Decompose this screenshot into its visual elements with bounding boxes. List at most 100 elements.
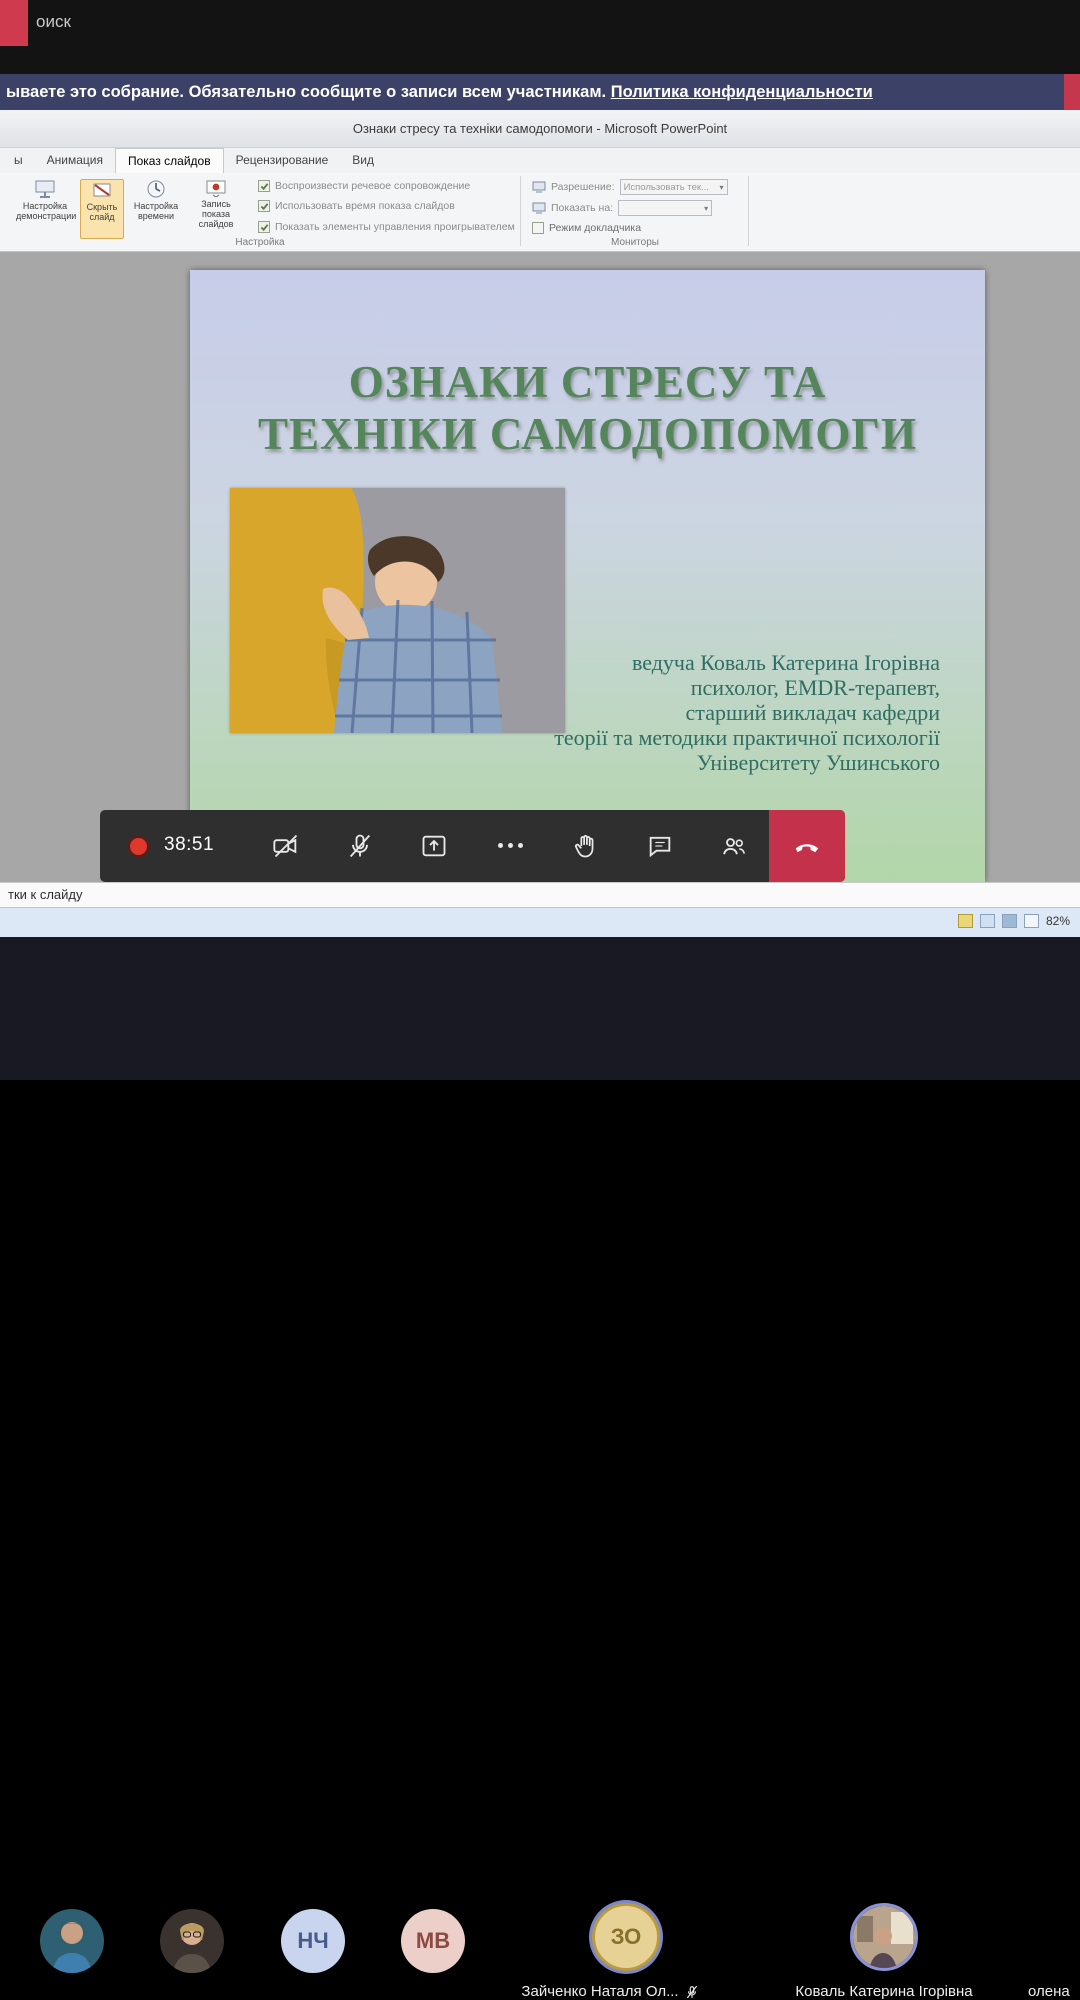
participant-video-thumbnail[interactable] — [850, 1903, 918, 1971]
ribbon-group-separator — [520, 176, 521, 246]
mic-off-button[interactable] — [346, 832, 374, 860]
view-slideshow-icon[interactable] — [1024, 914, 1039, 928]
slide-body-line: Університету Ушинського — [554, 750, 940, 775]
record-slideshow-icon — [205, 179, 227, 197]
tab-review[interactable]: Рецензирование — [224, 148, 341, 173]
slide-body-line: ведуча Коваль Катерина Ігорівна — [554, 650, 940, 675]
slide-title-line2: ТЕХНІКИ САМОДОПОМОГИ — [190, 408, 985, 460]
participant-name: олена — [1028, 1983, 1070, 2000]
show-on-label: Показать на: — [551, 202, 613, 214]
rehearse-timings-icon — [146, 179, 166, 199]
resolution-value: Использовать тек... — [624, 182, 709, 193]
participant-name: Коваль Катерина Ігорівна — [795, 1983, 972, 2000]
participant-video-frame — [853, 1906, 917, 1970]
checkbox-unchecked-icon — [532, 222, 544, 234]
notes-placeholder: тки к слайду — [8, 887, 1080, 902]
banner-close-block[interactable] — [1064, 74, 1080, 110]
participant-name-row: олена — [1028, 1983, 1070, 2000]
recording-dot-icon — [130, 838, 147, 855]
notes-pane[interactable]: тки к слайду — [0, 882, 1080, 907]
checkbox-play-narration-label: Воспроизвести речевое сопровождение — [275, 180, 470, 192]
hide-slide-icon — [92, 182, 112, 200]
hang-up-icon — [792, 831, 822, 861]
raise-hand-button[interactable] — [572, 832, 600, 860]
show-on-dropdown[interactable]: ▾ — [618, 200, 712, 216]
checkbox-checked-icon — [258, 200, 270, 212]
checkbox-use-timings-label: Использовать время показа слайдов — [275, 200, 455, 212]
checkbox-presenter-view[interactable]: Режим докладчика — [532, 222, 641, 234]
checkbox-show-media-controls-label: Показать элементы управления проигрывате… — [275, 221, 515, 233]
privacy-policy-link[interactable]: Политика конфиденциальности — [611, 83, 873, 101]
window-title: Ознаки стресу та техніки самодопомоги - … — [0, 110, 1080, 148]
tab-slideshow[interactable]: Показ слайдов — [115, 148, 224, 173]
record-slideshow-button[interactable]: Запись показа слайдов — [186, 179, 246, 229]
slide-body-line: теорії та методики практичної психології — [554, 725, 940, 750]
chevron-down-icon: ▾ — [720, 183, 724, 192]
hide-slide-button[interactable]: Скрыть слайд — [80, 179, 124, 239]
checkbox-checked-icon — [258, 180, 270, 192]
setup-show-icon — [34, 179, 56, 199]
participant-avatar-initials[interactable]: НЧ — [281, 1909, 345, 1973]
presenter-view-label: Режим докладчика — [549, 222, 641, 234]
ppt-status-bar: 82% — [0, 907, 1080, 937]
ribbon: Настройка демонстрации Скрыть слайд Наст… — [0, 173, 1080, 252]
mic-muted-icon — [685, 1985, 699, 1999]
chevron-down-icon: ▾ — [704, 204, 708, 213]
search-label[interactable]: оиск — [36, 12, 71, 32]
view-sorter-icon[interactable] — [980, 914, 995, 928]
slide-title-line1: ОЗНАКИ СТРЕСУ ТА — [190, 356, 985, 408]
slide-body-line: психолог, EMDR-терапевт, — [554, 675, 940, 700]
resolution-dropdown[interactable]: Использовать тек... ▾ — [620, 179, 728, 195]
checkbox-play-narration[interactable]: Воспроизвести речевое сопровождение — [258, 180, 470, 192]
resolution-label: Разрешение: — [551, 181, 615, 193]
setup-show-button[interactable]: Настройка демонстрации — [16, 179, 74, 221]
share-screen-button[interactable] — [420, 832, 448, 860]
view-normal-icon[interactable] — [958, 914, 973, 928]
participants-strip: НЧ МВ ЗО Зайченко Наталя Ол... Коваль Ка… — [0, 937, 1080, 1080]
tab-animation[interactable]: Анимация — [35, 148, 115, 173]
show-on-icon — [532, 202, 546, 214]
participants-button[interactable] — [720, 832, 748, 860]
powerpoint-titlebar: Ознаки стресу та техніки самодопомоги - … — [0, 110, 1080, 148]
camera-off-button[interactable] — [272, 832, 300, 860]
participant-name: Зайченко Наталя Ол... — [521, 1983, 678, 2000]
ribbon-tab-row: ы Анимация Показ слайдов Рецензирование … — [0, 148, 1080, 173]
participant-avatar[interactable] — [40, 1909, 104, 1973]
resolution-row: Разрешение: Использовать тек... ▾ — [532, 179, 728, 195]
show-on-row: Показать на: ▾ — [532, 200, 712, 216]
chat-button[interactable] — [646, 832, 674, 860]
top-app-bar: оиск — [0, 0, 1080, 74]
meeting-timer: 38:51 — [164, 834, 214, 856]
participant-photo — [40, 1909, 104, 1973]
recording-banner: ываете это собрание. Обязательно сообщит… — [0, 74, 1080, 110]
checkbox-use-timings[interactable]: Использовать время показа слайдов — [258, 200, 455, 212]
hide-slide-label: Скрыть слайд — [87, 202, 118, 222]
group-label-setup: Настройка — [0, 237, 520, 248]
record-slideshow-label: Запись показа слайдов — [199, 199, 234, 229]
participant-name-row: Коваль Катерина Ігорівна — [768, 1983, 1000, 2000]
tab-transitions-cut[interactable]: ы — [2, 148, 35, 173]
recording-indicator-block — [0, 0, 28, 46]
mother-child-photo — [230, 488, 565, 733]
participant-avatar-initials[interactable]: МВ — [401, 1909, 465, 1973]
resolution-icon — [532, 181, 546, 193]
participant-photo — [160, 1909, 224, 1973]
view-reading-icon[interactable] — [1002, 914, 1017, 928]
meeting-control-bar: 38:51 — [100, 810, 845, 882]
hang-up-button[interactable] — [769, 810, 845, 882]
recording-banner-text: ываете это собрание. Обязательно сообщит… — [6, 83, 611, 101]
zoom-level[interactable]: 82% — [1046, 914, 1070, 928]
setup-show-label: Настройка демонстрации — [16, 201, 76, 221]
rehearse-timings-button[interactable]: Настройка времени — [130, 179, 182, 221]
group-label-monitors: Мониторы — [520, 237, 750, 248]
active-speaker-avatar[interactable]: ЗО — [592, 1903, 660, 1971]
slide[interactable]: ОЗНАКИ СТРЕСУ ТА ТЕХНІКИ САМОДОПОМОГИ ве… — [190, 270, 985, 882]
more-options-button[interactable] — [498, 843, 523, 848]
rehearse-timings-label: Настройка времени — [134, 201, 178, 221]
participant-avatar[interactable] — [160, 1909, 224, 1973]
ribbon-group-separator — [748, 176, 749, 246]
checkbox-checked-icon — [258, 221, 270, 233]
tab-view[interactable]: Вид — [340, 148, 386, 173]
checkbox-show-media-controls[interactable]: Показать элементы управления проигрывате… — [258, 221, 515, 233]
slide-body-line: старший викладач кафедри — [554, 700, 940, 725]
